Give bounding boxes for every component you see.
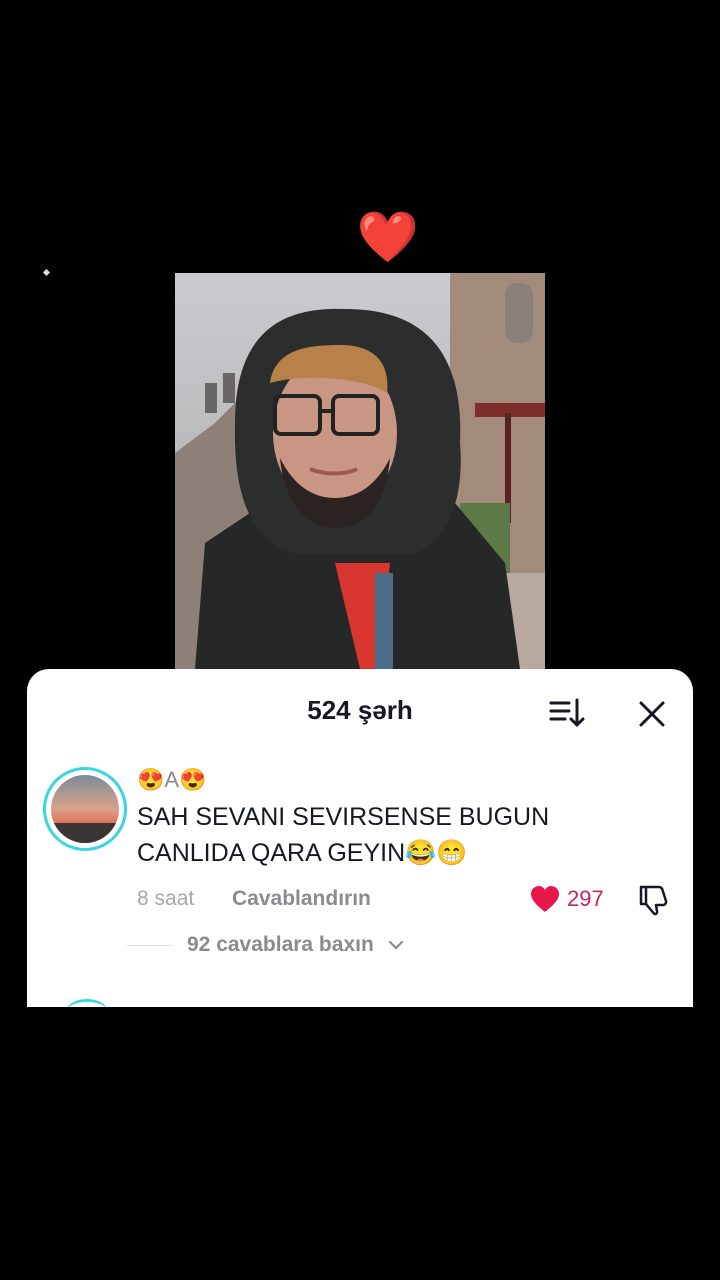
avatar[interactable]	[43, 767, 127, 851]
comments-header: 524 şərh	[27, 669, 693, 755]
screen: 😍 ❤️ 524 şərh 😍A😍 SAH SEVANI SEVIRSENSE …	[0, 0, 720, 1280]
like-button[interactable]: 297	[529, 883, 604, 915]
like-count: 297	[567, 886, 604, 911]
reply-button[interactable]: Cavablandırın	[232, 887, 371, 911]
replies-divider	[127, 944, 173, 946]
photo-illustration	[175, 273, 545, 669]
comment-meta-row: 8 saat Cavablandırın 297	[137, 883, 677, 916]
sort-icon	[549, 698, 585, 727]
heart-icon	[531, 886, 559, 912]
chevron-down-icon	[388, 940, 403, 950]
avatar-image	[51, 775, 119, 843]
view-replies-label: 92 cavablara baxın	[187, 933, 374, 956]
view-replies-button[interactable]: 92 cavablara baxın	[127, 933, 404, 957]
caption-emojis: 😍 ❤️	[0, 205, 720, 269]
video-photo[interactable]	[175, 273, 545, 669]
status-mark	[42, 268, 51, 277]
next-comment-avatar-peek	[67, 999, 107, 1007]
close-icon	[639, 701, 665, 727]
comment-count-title: 524 şərh	[307, 695, 413, 725]
comment-time: 8 saat	[137, 887, 195, 910]
sort-button[interactable]	[549, 697, 585, 729]
close-button[interactable]	[637, 699, 667, 729]
thumbs-down-icon	[639, 885, 668, 916]
comments-sheet: 524 şərh 😍A😍 SAH SEVANI SEVIRSENSE BUGUN…	[27, 669, 693, 1007]
heart-eyes-emoji: 😍	[300, 208, 353, 266]
dislike-button[interactable]	[637, 883, 671, 917]
comment-username[interactable]: 😍A😍	[137, 767, 206, 793]
comment-text: SAH SEVANI SEVIRSENSE BUGUN CANLIDA QARA…	[137, 803, 550, 867]
red-heart-emoji: ❤️	[356, 208, 420, 266]
